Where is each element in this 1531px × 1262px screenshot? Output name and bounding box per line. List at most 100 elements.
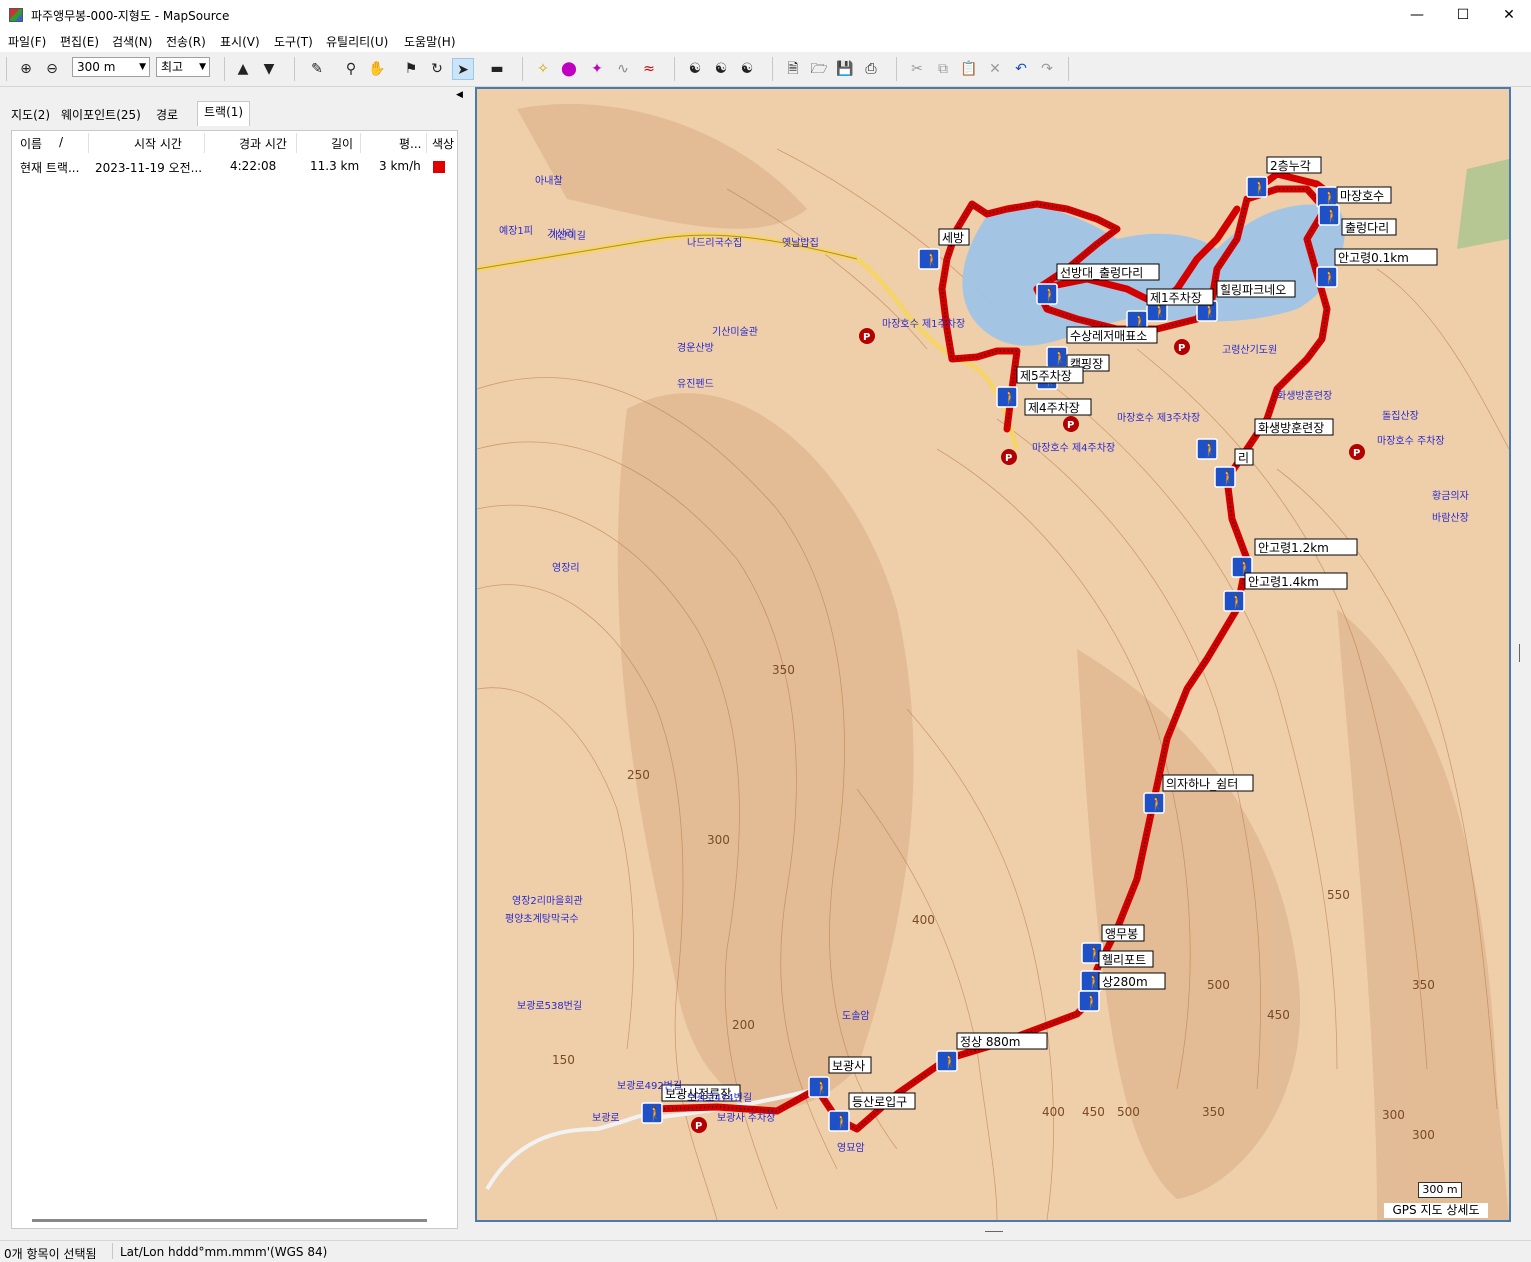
waypoint-marker[interactable]: 🚶 (936, 1050, 958, 1072)
waypoint-label[interactable]: 안고령1.4km (1244, 572, 1348, 590)
waypoint-label[interactable]: 의자하나_쉼터 (1162, 774, 1254, 792)
map-view[interactable]: P P P P P P 🚶🚶🚶🚶🚶🚶🚶🚶🚶🚶🚶🚶🚶🚶🚶🚶🚶🚶🚶🚶🚶🚶🚶🚶 2층누… (475, 87, 1511, 1222)
waypoint-label[interactable]: 제1주차장 (1146, 288, 1214, 306)
waypoint-marker[interactable]: 🚶 (1316, 186, 1338, 208)
waypoint-marker[interactable]: 🚶 (1318, 204, 1340, 226)
waypoint-label[interactable]: 마장호수 (1336, 186, 1392, 204)
column-header-elapsed[interactable]: 경과 시간 (239, 135, 287, 152)
column-divider[interactable] (426, 133, 427, 153)
column-header-color[interactable]: 색상 (432, 135, 454, 152)
column-header-length[interactable]: 길이 (331, 135, 353, 152)
column-divider[interactable] (360, 133, 361, 153)
topo-map[interactable]: P P P P P P 🚶🚶🚶🚶🚶🚶🚶🚶🚶🚶🚶🚶🚶🚶🚶🚶🚶🚶🚶🚶🚶🚶🚶🚶 2층누… (477, 89, 1509, 1220)
receive-from-device-icon[interactable]: ▲ (232, 58, 254, 80)
waypoint-label[interactable]: 보광사 (828, 1056, 872, 1074)
paste-icon[interactable]: 📋 (958, 58, 980, 80)
delete-icon[interactable]: ✕ (984, 58, 1006, 80)
detail-level-select[interactable]: 최고 ▼ (156, 57, 210, 77)
tab-tracks[interactable]: 트랙(1) (197, 101, 251, 126)
waypoint-label[interactable]: 2층누각 (1266, 156, 1322, 174)
waypoint-label[interactable]: 출렁다리 (1341, 218, 1397, 236)
waypoint-marker[interactable]: 🚶 (1143, 792, 1165, 814)
waypoint-label[interactable]: 리 (1234, 448, 1254, 466)
save-icon[interactable]: 💾 (834, 58, 856, 80)
track-join-icon[interactable]: ∿ (612, 58, 634, 80)
waypoint-label[interactable]: 상280m (1098, 972, 1166, 990)
distance-tool-icon[interactable]: ▬ (486, 58, 508, 80)
menu-search[interactable]: 검색(N) (112, 33, 152, 50)
waypoint-marker[interactable]: 🚶 (1316, 266, 1338, 288)
column-header-name[interactable]: 이름 (20, 135, 42, 152)
scrollbar-grip[interactable] (985, 1231, 1003, 1232)
find-icon[interactable]: ☯ (684, 58, 706, 80)
track-erase-icon[interactable]: ⬤ (558, 58, 580, 80)
waypoint-marker[interactable]: 🚶 (1223, 590, 1245, 612)
horizontal-scrollbar-map[interactable] (475, 1222, 1511, 1240)
waypoint-marker[interactable]: 🚶 (1078, 990, 1100, 1012)
horizontal-scrollbar[interactable] (32, 1219, 427, 1222)
menu-tools[interactable]: 도구(T) (274, 33, 313, 50)
column-header-avg-speed[interactable]: 평... (399, 135, 421, 152)
track-filter-icon[interactable]: ≈ (638, 58, 660, 80)
selection-tool-icon[interactable]: ➤ (452, 58, 474, 80)
waypoint-label[interactable]: 정상 880m (956, 1032, 1048, 1050)
waypoint-label[interactable]: 안고령0.1km (1334, 248, 1438, 266)
column-divider[interactable] (204, 133, 205, 153)
waypoint-label[interactable]: 세방 (938, 228, 970, 246)
zoom-in-icon[interactable]: ⊕ (15, 58, 37, 80)
waypoint-label[interactable]: 안고령1.2km (1254, 538, 1358, 556)
zoom-scale-select[interactable]: 300 m ▼ (72, 57, 150, 77)
maximize-icon[interactable]: ☐ (1440, 0, 1486, 30)
menu-transfer[interactable]: 전송(R) (166, 33, 206, 50)
hand-tool-icon[interactable]: ✋ (366, 58, 388, 80)
column-header-start-time[interactable]: 시작 시간 (134, 135, 182, 152)
panel-splitter[interactable] (468, 87, 474, 1240)
zoom-out-icon[interactable]: ⊖ (41, 58, 63, 80)
send-to-device-icon[interactable]: ▼ (258, 58, 280, 80)
vertical-scrollbar[interactable] (1511, 87, 1531, 1222)
menu-view[interactable]: 표시(V) (220, 33, 260, 50)
track-draw-icon[interactable]: ✧ (532, 58, 554, 80)
track-list[interactable]: 이름 / 시작 시간 경과 시간 길이 평... 색상 현재 트랙... 202… (11, 130, 458, 1229)
waypoint-marker[interactable]: 🚶 (641, 1102, 663, 1124)
menu-utilities[interactable]: 유틸리티(U) (326, 33, 388, 50)
waypoint-marker[interactable]: 🚶 (1246, 176, 1268, 198)
waypoint-label[interactable]: 등산로입구 (848, 1092, 916, 1110)
new-file-icon[interactable]: 🗎 (782, 58, 804, 80)
waypoint-label[interactable]: 앵무봉 (1101, 924, 1145, 942)
route-tool-icon[interactable]: ↻ (426, 58, 448, 80)
open-folder-icon[interactable]: 🗁 (808, 58, 830, 80)
waypoint-tool-icon[interactable]: ⚑ (400, 58, 422, 80)
map-tool-icon[interactable]: ✎ (306, 58, 328, 80)
waypoint-marker[interactable]: 🚶 (996, 386, 1018, 408)
waypoint-label[interactable]: 수상레저매표소 (1066, 326, 1158, 344)
waypoint-label[interactable]: 힐링파크네오 (1216, 280, 1296, 298)
waypoint-marker[interactable]: 🚶 (808, 1076, 830, 1098)
waypoint-label[interactable]: 화생방훈련장 (1254, 418, 1334, 436)
menu-file[interactable]: 파일(F) (8, 33, 46, 50)
print-icon[interactable]: ⎙ (860, 58, 882, 80)
tab-maps[interactable]: 지도(2) (11, 105, 50, 125)
waypoint-marker[interactable]: 🚶 (1214, 466, 1236, 488)
waypoint-marker[interactable]: 🚶 (828, 1110, 850, 1132)
minimize-icon[interactable]: — (1394, 0, 1440, 30)
waypoint-marker[interactable]: 🚶 (1046, 346, 1068, 368)
menu-edit[interactable]: 편집(E) (60, 33, 99, 50)
waypoint-marker[interactable]: 🚶 (918, 248, 940, 270)
waypoint-marker[interactable]: 🚶 (1036, 283, 1058, 305)
redo-icon[interactable]: ↷ (1036, 58, 1058, 80)
tab-waypoints[interactable]: 웨이포인트(25) (61, 105, 141, 125)
close-icon[interactable]: ✕ (1486, 0, 1531, 30)
zoom-tool-icon[interactable]: ⚲ (340, 58, 362, 80)
waypoint-label[interactable]: 제4주차장 (1024, 398, 1092, 416)
collapse-panel-icon[interactable]: ◀ (456, 90, 463, 100)
tab-routes[interactable]: 경로 (156, 105, 178, 125)
find-address-icon[interactable]: ☯ (736, 58, 758, 80)
copy-icon[interactable]: ⧉ (932, 58, 954, 80)
menu-help[interactable]: 도움말(H) (404, 33, 456, 50)
track-divide-icon[interactable]: ✦ (586, 58, 608, 80)
find-near-icon[interactable]: ☯ (710, 58, 732, 80)
waypoint-label[interactable]: 제5주차장 (1016, 366, 1084, 384)
scrollbar-grip[interactable] (1519, 644, 1520, 662)
waypoint-label[interactable]: 선방대_출렁다리 (1056, 263, 1160, 281)
